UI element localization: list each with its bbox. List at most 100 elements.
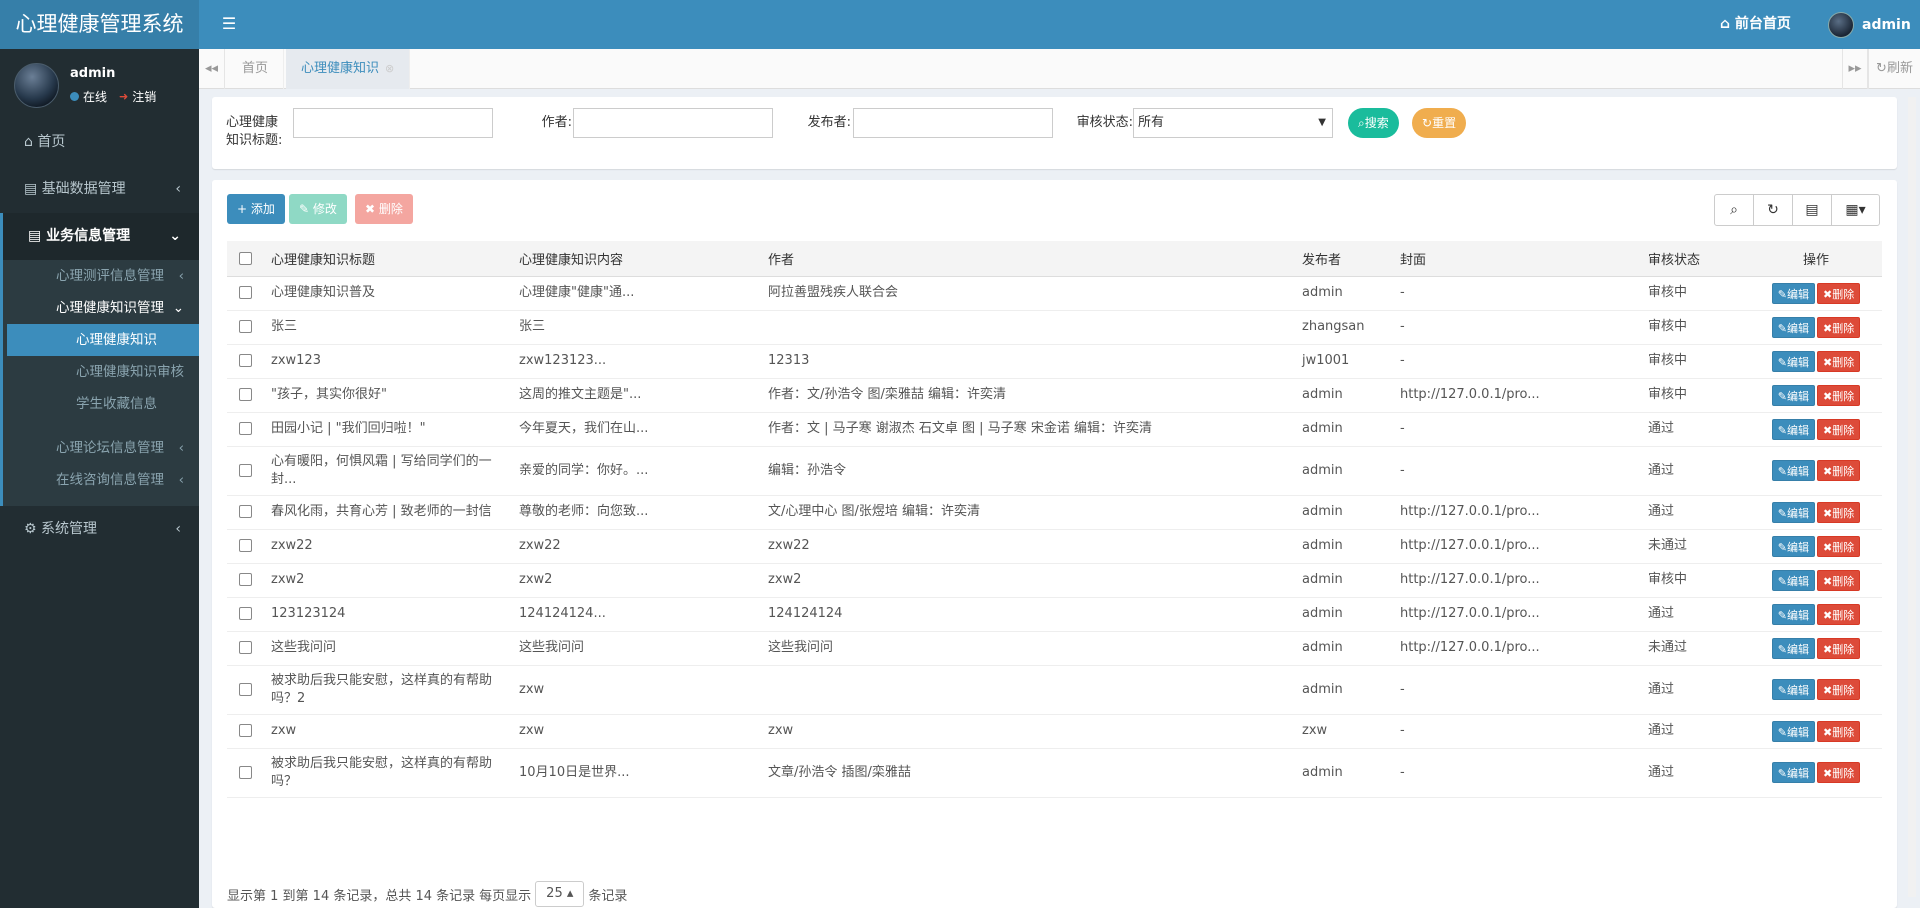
sidebar-item-system[interactable]: ⚙ 系统管理 ‹ xyxy=(0,506,199,553)
tab-knowledge[interactable]: 心理健康知识 ⊗ xyxy=(286,49,411,89)
row-edit-button[interactable]: ✎编辑 xyxy=(1771,535,1815,557)
column-header[interactable]: 作者 xyxy=(760,241,1294,277)
columns-icon[interactable]: ▦▾ xyxy=(1831,194,1880,226)
cell-content[interactable]: 心理健康"健康"通... xyxy=(511,276,760,311)
cell-content[interactable]: zxw123123... xyxy=(511,344,760,379)
row-checkbox[interactable] xyxy=(238,539,252,552)
row-checkbox[interactable] xyxy=(238,388,252,401)
row-checkbox[interactable] xyxy=(238,682,252,696)
row-delete-button[interactable]: ✖删除 xyxy=(1817,282,1861,304)
cell-content[interactable]: 今年夏天，我们在山... xyxy=(511,412,760,447)
row-checkbox[interactable] xyxy=(238,573,252,586)
page-size-select[interactable]: 25 ▴ xyxy=(535,881,585,907)
sidebar-item-business[interactable]: ▤ 业务信息管理 ⌄ xyxy=(0,213,199,260)
search-button[interactable]: ⌕搜索 xyxy=(1348,108,1399,138)
row-checkbox[interactable] xyxy=(238,607,252,620)
add-button[interactable]: + 添加 xyxy=(227,194,285,224)
status-filter-select[interactable]: 所有 ▼ xyxy=(1133,108,1333,138)
row-delete-button[interactable]: ✖删除 xyxy=(1817,418,1861,440)
row-edit-button[interactable]: ✎编辑 xyxy=(1771,460,1815,481)
column-header[interactable]: 审核状态 xyxy=(1640,241,1750,277)
row-delete-button[interactable]: ✖删除 xyxy=(1817,603,1861,625)
sidebar-subitem-forum[interactable]: 心理论坛信息管理 ‹ xyxy=(3,432,199,464)
delete-button[interactable]: ✖ 删除 xyxy=(355,194,413,224)
row-delete-button[interactable]: ✖删除 xyxy=(1817,762,1861,783)
sidebar-item-home[interactable]: ⌂ 首页 xyxy=(0,119,199,166)
author-filter-input[interactable] xyxy=(573,108,773,138)
tab-scroll-right-icon[interactable]: ▸▸ xyxy=(1842,49,1868,89)
cell-content[interactable]: 124124124... xyxy=(511,597,760,632)
edit-button[interactable]: ✎ 修改 xyxy=(289,194,347,224)
row-edit-button[interactable]: ✎编辑 xyxy=(1771,282,1815,304)
cell-cover[interactable]: http://127.0.0.1/pro... xyxy=(1392,597,1640,632)
row-edit-button[interactable]: ✎编辑 xyxy=(1771,720,1815,742)
column-header[interactable]: 心理健康知识内容 xyxy=(511,241,760,277)
logout-icon[interactable]: ➜ xyxy=(119,90,128,103)
row-edit-button[interactable]: ✎编辑 xyxy=(1771,418,1815,440)
row-edit-button[interactable]: ✎编辑 xyxy=(1771,350,1815,372)
row-delete-button[interactable]: ✖删除 xyxy=(1817,535,1861,557)
row-checkbox[interactable] xyxy=(238,505,252,518)
cell-content[interactable]: 这周的推文主题是"... xyxy=(511,378,760,413)
row-edit-button[interactable]: ✎编辑 xyxy=(1771,762,1815,783)
row-checkbox[interactable] xyxy=(238,641,252,654)
sidebar-item-basic-data[interactable]: ▤ 基础数据管理 ‹ xyxy=(0,166,199,213)
app-title[interactable]: 心理健康管理系统 xyxy=(0,0,199,49)
cell-cover[interactable]: http://127.0.0.1/pro... xyxy=(1392,495,1640,530)
row-checkbox[interactable] xyxy=(238,463,252,477)
refresh-icon[interactable]: ↻ xyxy=(1753,194,1793,226)
sidebar-subsubitem-knowledge[interactable]: 心理健康知识 xyxy=(7,324,199,356)
reset-button[interactable]: ↻重置 xyxy=(1412,108,1467,138)
search-toggle-icon[interactable]: ⌕ xyxy=(1714,194,1754,226)
row-edit-button[interactable]: ✎编辑 xyxy=(1771,679,1815,700)
row-delete-button[interactable]: ✖删除 xyxy=(1817,637,1861,659)
cell-cover[interactable]: http://127.0.0.1/pro... xyxy=(1392,378,1640,413)
top-user-menu[interactable]: admin xyxy=(1828,0,1911,49)
cell-cover[interactable]: http://127.0.0.1/pro... xyxy=(1392,631,1640,666)
row-delete-button[interactable]: ✖删除 xyxy=(1817,501,1861,523)
row-delete-button[interactable]: ✖删除 xyxy=(1817,720,1861,742)
front-home-link[interactable]: ⌂ 前台首页 xyxy=(1720,0,1791,49)
row-delete-button[interactable]: ✖删除 xyxy=(1817,316,1861,338)
row-delete-button[interactable]: ✖删除 xyxy=(1817,350,1861,372)
row-edit-button[interactable]: ✎编辑 xyxy=(1771,501,1815,523)
cell-cover[interactable]: http://127.0.0.1/pro... xyxy=(1392,529,1640,564)
row-delete-button[interactable]: ✖删除 xyxy=(1817,384,1861,406)
cell-content[interactable]: 10月10日是世界... xyxy=(511,748,760,798)
row-checkbox[interactable] xyxy=(238,354,252,367)
row-checkbox[interactable] xyxy=(238,422,252,435)
refresh-tab-button[interactable]: ↻刷新 xyxy=(1868,49,1920,89)
bars-icon[interactable]: ☰ xyxy=(218,13,240,35)
column-header[interactable]: 封面 xyxy=(1392,241,1640,277)
tab-home[interactable]: 首页 xyxy=(227,49,285,89)
row-edit-button[interactable]: ✎编辑 xyxy=(1771,384,1815,406)
row-delete-button[interactable]: ✖删除 xyxy=(1817,569,1861,591)
sidebar-subsubitem-favorites[interactable]: 学生收藏信息 xyxy=(3,388,199,420)
sidebar-subitem-knowledge[interactable]: 心理健康知识管理 ⌄ xyxy=(3,292,199,324)
cell-content[interactable]: 尊敬的老师：向您致... xyxy=(511,495,760,530)
row-checkbox[interactable] xyxy=(238,724,252,737)
sidebar-subitem-assessment[interactable]: 心理测评信息管理 ‹ xyxy=(3,260,199,292)
row-edit-button[interactable]: ✎编辑 xyxy=(1771,603,1815,625)
sidebar-subsubitem-knowledge-review[interactable]: 心理健康知识审核 xyxy=(3,356,199,388)
cell-title[interactable]: 心有暖阳，何惧风霜 | 写给同学们的一封... xyxy=(263,446,511,496)
row-edit-button[interactable]: ✎编辑 xyxy=(1771,637,1815,659)
row-edit-button[interactable]: ✎编辑 xyxy=(1771,316,1815,338)
row-checkbox[interactable] xyxy=(238,765,252,779)
tab-scroll-left-icon[interactable]: ◂◂ xyxy=(199,49,225,89)
publisher-filter-input[interactable] xyxy=(853,108,1053,138)
title-filter-input[interactable] xyxy=(293,108,493,138)
toggle-view-icon[interactable]: ▤ xyxy=(1792,194,1832,226)
row-edit-button[interactable]: ✎编辑 xyxy=(1771,569,1815,591)
row-delete-button[interactable]: ✖删除 xyxy=(1817,679,1861,700)
scrollbar[interactable] xyxy=(1908,97,1916,897)
row-checkbox[interactable] xyxy=(238,320,252,333)
select-all-checkbox[interactable] xyxy=(238,251,252,265)
row-checkbox[interactable] xyxy=(238,286,252,299)
cell-content[interactable]: 亲爱的同学：你好。... xyxy=(511,446,760,496)
logout-link[interactable]: 注销 xyxy=(132,88,156,105)
column-header[interactable]: 心理健康知识标题 xyxy=(263,241,511,277)
close-icon[interactable]: ⊗ xyxy=(385,62,394,75)
cell-cover[interactable]: http://127.0.0.1/pro... xyxy=(1392,563,1640,598)
column-header[interactable]: 发布者 xyxy=(1294,241,1392,277)
